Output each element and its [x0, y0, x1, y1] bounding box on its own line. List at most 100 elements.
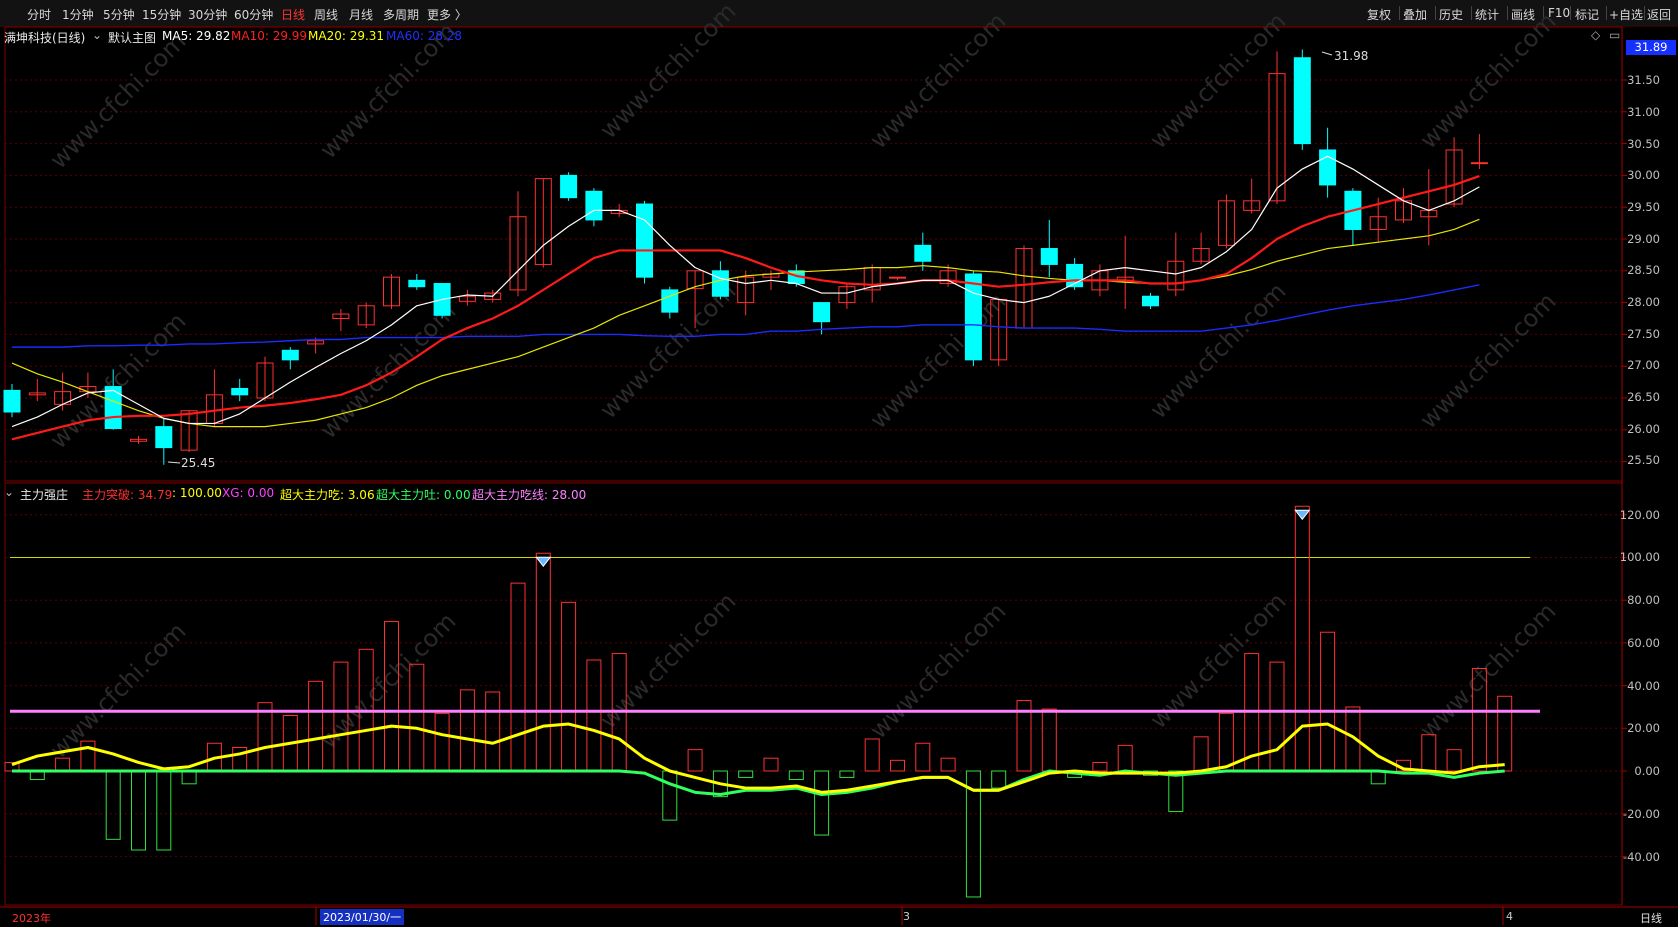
indicator-bar	[181, 770, 197, 785]
indicator-label-big-sell: 超大主力吐: 0.00	[376, 488, 471, 502]
indicator-bar	[1269, 661, 1285, 772]
indicator-bar	[1117, 744, 1133, 772]
indicator-bar	[814, 770, 830, 836]
watermark-text: www.cfchi.com	[1414, 597, 1561, 744]
stock-title: 满坤科技(日线)	[4, 31, 86, 45]
ma10-label: MA10: 29.99	[231, 29, 308, 43]
candle-body	[1319, 149, 1337, 186]
candle-body	[560, 174, 578, 199]
chevron-down-icon[interactable]: ⌄	[4, 485, 14, 499]
low-marker-arrow	[167, 461, 181, 464]
indicator-label-big-buy: 超大主力吃: 3.06	[280, 488, 375, 502]
big-sell-line	[12, 769, 1505, 796]
watermark-text: www.cfchi.com	[44, 27, 191, 174]
indicator-bar	[1320, 631, 1336, 772]
indicator-bar	[232, 747, 248, 772]
indicator-bar	[1168, 770, 1184, 813]
low-price-marker: 25.45	[181, 456, 216, 470]
y-tick: 30.00	[1627, 168, 1660, 182]
indicator-bar	[1446, 749, 1462, 772]
x-label-cursor-date: 2023/01/30/一	[320, 909, 405, 925]
y-tick: 26.50	[1627, 390, 1660, 404]
indicator-bar	[80, 740, 96, 772]
candle-body	[155, 426, 173, 449]
indicator-bar	[687, 749, 703, 772]
indicator-label-buy-line: 超大主力吃线: 28.00	[472, 488, 587, 502]
ind-y-tick: 40.00	[1627, 679, 1660, 693]
ma5-label: MA5: 29.82	[162, 29, 231, 43]
main-frame	[4, 26, 1623, 482]
indicator-bar	[662, 770, 678, 821]
ind-y-tick: 60.00	[1627, 636, 1660, 650]
high-price-marker: 31.98	[1334, 49, 1369, 63]
y-tick: 31.00	[1627, 105, 1660, 119]
kline-chart[interactable]: www.cfchi.com www.cfchi.com www.cfchi.com w…	[0, 0, 1678, 927]
indicator-label-ref: : 100.00	[172, 486, 222, 500]
indicator-bar	[839, 770, 855, 778]
y-tick: 29.00	[1627, 232, 1660, 246]
indicator-bar	[131, 770, 146, 851]
y-tick: 30.50	[1627, 137, 1660, 151]
indicator-bar	[105, 770, 121, 840]
indicator-label-xg: XG: 0.00	[222, 486, 275, 500]
ind-y-tick: -40.00	[1622, 850, 1660, 864]
candle-body	[711, 270, 729, 297]
ma60-label: MA60: 28.28	[386, 29, 463, 43]
candle-body	[914, 244, 932, 262]
ma20-label: MA20: 29.31	[308, 29, 385, 43]
big-buy-line	[11, 722, 1505, 794]
candle-body	[585, 190, 603, 221]
indicator-bar	[409, 663, 425, 772]
y-tick: 28.50	[1627, 263, 1660, 277]
indicator-bar	[1218, 712, 1234, 772]
indicator-bar	[940, 757, 956, 772]
watermark-text: www.cfchi.com	[594, 0, 741, 144]
signal-diamond-icon	[535, 556, 552, 568]
template-name[interactable]: 默认主图	[108, 29, 156, 46]
indicator-bar	[1041, 708, 1057, 772]
indicator-bar	[1370, 770, 1386, 785]
window-restore-icon[interactable]: ▭	[1609, 28, 1620, 42]
candle-body	[1142, 295, 1159, 307]
y-tick: 25.50	[1627, 453, 1660, 467]
ind-y-tick: 20.00	[1627, 721, 1660, 735]
y-tick: 27.50	[1627, 327, 1660, 341]
candle-body	[813, 302, 831, 323]
ind-y-tick: 120.00	[1619, 508, 1660, 522]
x-label-year: 2023年	[12, 912, 51, 925]
ind-y-tick: -20.00	[1622, 807, 1660, 821]
candle-body	[1293, 57, 1311, 145]
x-label-april: 4	[1506, 910, 1513, 923]
indicator-bar	[535, 552, 551, 772]
indicator-bar	[864, 738, 880, 772]
chevron-down-icon[interactable]: ⌄	[92, 28, 102, 42]
indicator-bar	[915, 742, 931, 772]
signal-diamond-icon	[1294, 509, 1311, 521]
ind-y-tick: 100.00	[1619, 550, 1660, 564]
indicator-frame	[4, 482, 1623, 906]
watermark-text: www.cfchi.com	[864, 7, 1011, 154]
ind-y-tick: 80.00	[1627, 593, 1660, 607]
indicator-label-breakout: 主力突破: 34.79	[82, 488, 173, 502]
candle-body	[636, 203, 653, 278]
watermark-text: www.cfchi.com	[864, 287, 1011, 434]
diamond-icon[interactable]: ◇	[1591, 28, 1600, 42]
x-label-march: 3	[903, 910, 910, 923]
indicator-name[interactable]: 主力强庄	[20, 486, 68, 503]
y-tick: 28.00	[1627, 295, 1660, 309]
current-price-tag: 31.89	[1626, 40, 1676, 55]
indicator-bar	[308, 680, 324, 772]
indicator-bar	[485, 691, 501, 772]
y-tick: 31.50	[1627, 73, 1660, 87]
indicator-bar	[257, 702, 273, 772]
candle-body	[3, 389, 21, 413]
indicator-bar	[156, 770, 172, 851]
watermark-text: www.cfchi.com	[314, 607, 461, 754]
candle-body	[1470, 162, 1488, 165]
watermark-text: www.cfchi.com	[864, 597, 1011, 744]
watermark-text: www.cfchi.com	[1144, 277, 1291, 424]
indicator-bar	[738, 770, 754, 778]
indicator-bar	[788, 770, 804, 781]
indicator-bar	[434, 712, 450, 772]
watermark-text: www.cfchi.com	[44, 617, 191, 764]
